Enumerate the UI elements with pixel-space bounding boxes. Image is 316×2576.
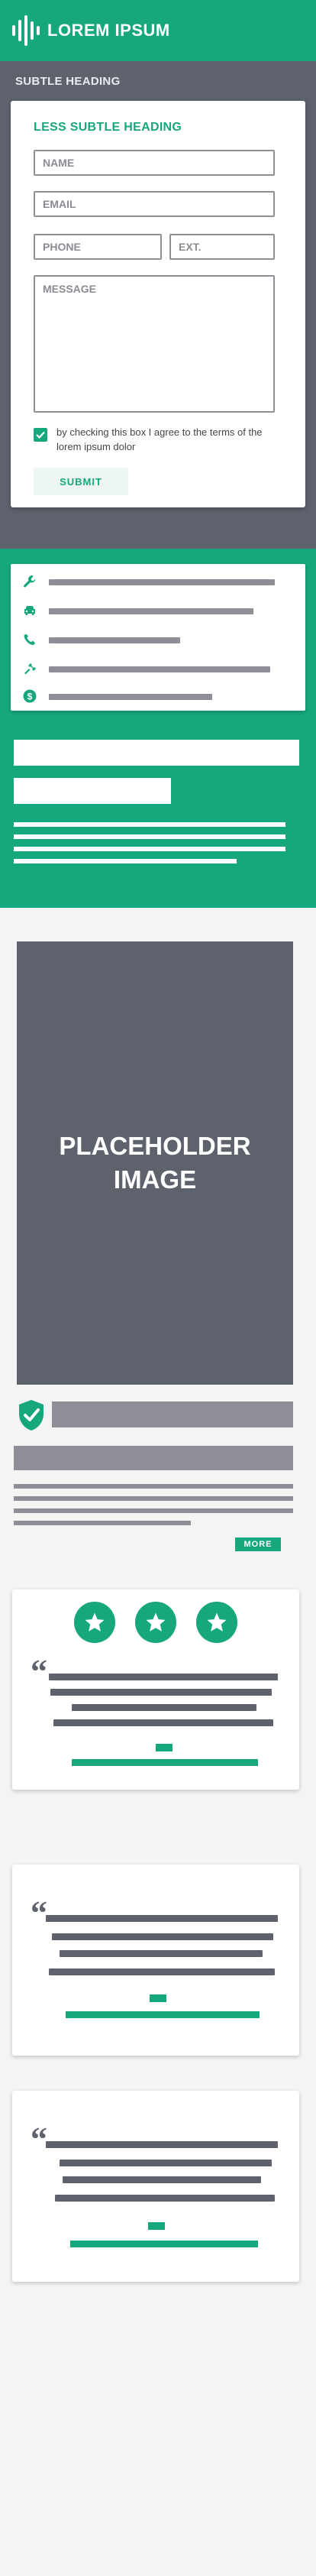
- message-field[interactable]: MESSAGE: [34, 275, 275, 413]
- author-line: [72, 1759, 258, 1766]
- top-bar: LOREM IPSUM: [0, 0, 316, 61]
- check-icon: [36, 431, 45, 439]
- heading-placeholder: [14, 740, 299, 766]
- consent-text: by checking this box I agree to the term…: [56, 426, 263, 452]
- quote-line: [49, 1674, 278, 1680]
- quote-line: [46, 1915, 278, 1922]
- testimonial-card: “: [12, 1865, 299, 2056]
- quote-icon: “: [31, 1894, 47, 1932]
- phone-icon: [24, 633, 35, 645]
- shield-check-icon: [19, 1400, 44, 1431]
- quote-line: [60, 2160, 272, 2166]
- svg-text:$: $: [27, 692, 33, 702]
- feature-item: [11, 570, 305, 593]
- placeholder-image: PLACEHOLDER IMAGE: [17, 941, 293, 1385]
- feature-text-line: [49, 608, 253, 614]
- text-line: [14, 859, 237, 864]
- text-line: [14, 847, 285, 851]
- text-line: [14, 1508, 293, 1513]
- subtitle-placeholder: [14, 1446, 293, 1470]
- rating-stars: [12, 1602, 299, 1643]
- quote-line: [53, 1719, 273, 1726]
- phone-field[interactable]: PHONE: [34, 234, 162, 260]
- features-section: $: [0, 549, 316, 908]
- quote-icon: “: [31, 2121, 47, 2158]
- feature-text-line: [49, 694, 212, 700]
- contact-form-card: LESS SUBTLE HEADING NAME EMAIL PHONE EXT…: [11, 101, 305, 507]
- quote-line: [50, 1689, 272, 1696]
- contact-section: SUBTLE HEADING LESS SUBTLE HEADING NAME …: [0, 61, 316, 549]
- testimonial-card: “: [12, 1589, 299, 1790]
- tools-icon: [24, 663, 36, 675]
- quote-line: [72, 1704, 256, 1711]
- feature-item: [11, 657, 305, 680]
- quote-line: [60, 1950, 263, 1957]
- more-button[interactable]: MORE: [235, 1537, 281, 1551]
- quote-line: [52, 1933, 273, 1940]
- feature-item: [11, 628, 305, 651]
- text-line: [14, 1496, 293, 1501]
- star-icon: [196, 1602, 237, 1643]
- text-line: [14, 834, 285, 839]
- quote-line: [46, 2141, 278, 2148]
- dollar-icon: $: [23, 689, 37, 703]
- star-icon: [74, 1602, 115, 1643]
- brand-name[interactable]: LOREM IPSUM: [47, 21, 170, 41]
- feature-list-card: $: [11, 564, 305, 711]
- form-heading: LESS SUBTLE HEADING: [34, 121, 182, 134]
- quote-icon: “: [31, 1653, 47, 1690]
- star-icon: [135, 1602, 176, 1643]
- quote-line: [49, 1968, 275, 1975]
- feature-item: [11, 599, 305, 622]
- author-line: [66, 2011, 260, 2018]
- text-line: [14, 1484, 293, 1489]
- author-line: [70, 2241, 258, 2247]
- text-line: [14, 1521, 191, 1525]
- ext-field[interactable]: EXT.: [169, 234, 275, 260]
- author-mark: [156, 1744, 173, 1751]
- testimonial-card: “: [12, 2091, 299, 2282]
- consent-checkbox[interactable]: [34, 428, 47, 442]
- subheading-placeholder: [14, 778, 171, 804]
- quote-line: [55, 2195, 275, 2202]
- submit-button[interactable]: SUBMIT: [34, 468, 128, 495]
- placeholder-label: PLACEHOLDER IMAGE: [59, 1132, 251, 1194]
- feature-item: $: [11, 685, 305, 708]
- title-placeholder: [52, 1401, 293, 1427]
- logo-icon[interactable]: [12, 15, 40, 46]
- text-line: [14, 822, 285, 827]
- email-field[interactable]: EMAIL: [34, 191, 275, 217]
- wrench-icon: [24, 575, 36, 588]
- name-field[interactable]: NAME: [34, 150, 275, 176]
- feature-text-line: [49, 637, 180, 643]
- author-mark: [148, 2222, 165, 2230]
- feature-text-line: [49, 579, 275, 585]
- feature-text-line: [49, 666, 270, 672]
- section-heading: SUBTLE HEADING: [15, 75, 121, 88]
- car-icon: [24, 606, 35, 615]
- quote-line: [63, 2176, 261, 2183]
- author-mark: [150, 1994, 166, 2002]
